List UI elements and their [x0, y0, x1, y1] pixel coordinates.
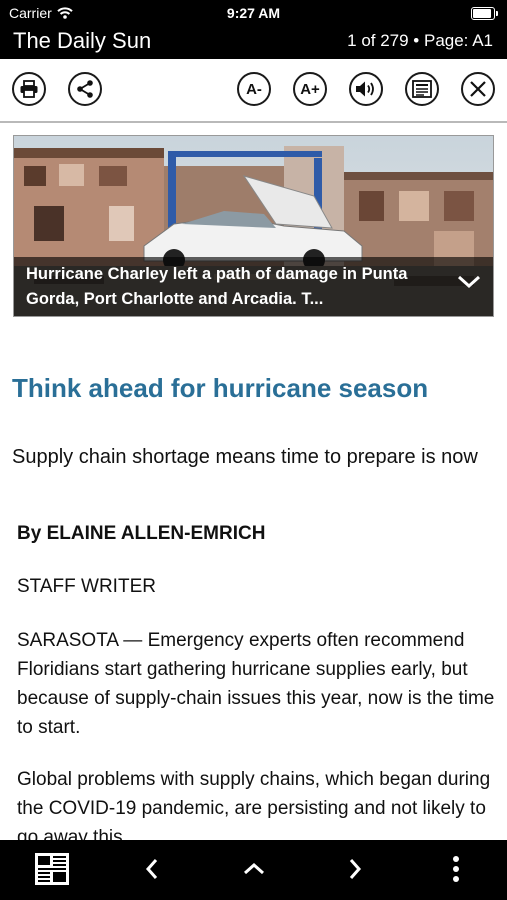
chevron-up-icon: [244, 862, 264, 875]
share-icon: [77, 80, 93, 98]
next-article-button[interactable]: [335, 851, 375, 887]
status-bar: Carrier 9:27 AM: [0, 0, 507, 26]
pages-button[interactable]: [32, 851, 72, 887]
chevron-right-icon: [349, 859, 362, 879]
chevron-down-icon[interactable]: [457, 275, 481, 289]
text-view-button[interactable]: [405, 72, 439, 106]
battery-level: [473, 9, 491, 18]
battery-icon: [471, 7, 498, 20]
chevron-left-icon: [145, 859, 158, 879]
previous-article-button[interactable]: [132, 851, 172, 887]
more-vertical-icon: [453, 856, 459, 882]
printer-icon: [20, 80, 38, 98]
print-button[interactable]: [12, 72, 46, 106]
photo-caption: Hurricane Charley left a path of damage …: [26, 265, 408, 308]
close-icon: [470, 81, 486, 97]
publication-title: The Daily Sun: [13, 28, 152, 53]
bottom-navigation-bar: [0, 840, 507, 900]
scroll-up-button[interactable]: [234, 851, 274, 887]
title-bar: The Daily Sun 1 of 279 • Page: A1: [0, 26, 507, 59]
article-paragraph: SARASOTA — Emergency experts often recom…: [17, 630, 495, 738]
article-byline: By ELAINE ALLEN-EMRICH: [17, 523, 266, 544]
decrease-text-button[interactable]: A-: [237, 72, 271, 106]
page-indicator: 1 of 279 • Page: A1: [347, 31, 493, 50]
article-toolbar: A- A+: [0, 59, 507, 123]
increase-text-button[interactable]: A+: [293, 72, 327, 106]
author-role: STAFF WRITER: [17, 576, 156, 597]
hero-image[interactable]: Hurricane Charley left a path of damage …: [13, 135, 494, 317]
increase-text-label: A+: [300, 80, 320, 98]
status-time: 9:27 AM: [226, 5, 281, 21]
more-options-button[interactable]: [436, 851, 476, 887]
article-subhead: Supply chain shortage means time to prep…: [12, 446, 478, 468]
decrease-text-label: A-: [246, 80, 262, 98]
photo-caption-bar[interactable]: Hurricane Charley left a path of damage …: [14, 257, 493, 316]
article-headline: Think ahead for hurricane season: [12, 373, 429, 403]
audio-button[interactable]: [349, 72, 383, 106]
close-button[interactable]: [461, 72, 495, 106]
newspaper-pages-icon: [35, 853, 69, 885]
article-text-icon: [412, 80, 432, 98]
share-button[interactable]: [68, 72, 102, 106]
speaker-icon: [356, 81, 374, 97]
article-paragraph: Global problems with supply chains, whic…: [17, 769, 491, 848]
